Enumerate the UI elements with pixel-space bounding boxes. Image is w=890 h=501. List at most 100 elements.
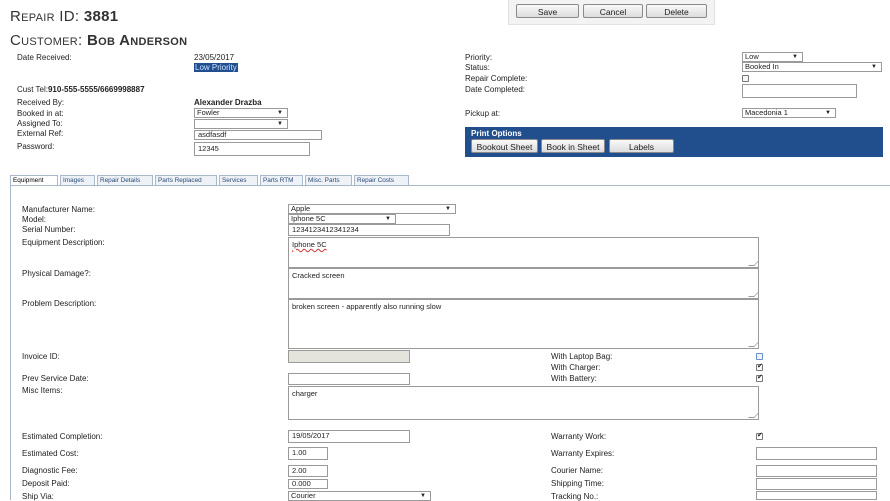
model-select[interactable]: Iphone 5C ▼	[288, 214, 396, 224]
courier-name-input[interactable]	[756, 465, 877, 477]
repair-complete-checkbox[interactable]	[742, 75, 749, 82]
misc-items-textarea[interactable]: charger	[288, 386, 759, 420]
assigned-to-select[interactable]: ▼	[194, 119, 288, 129]
warranty-expires-label: Warranty Expires:	[551, 449, 615, 458]
warranty-work-label: Warranty Work:	[551, 432, 607, 441]
booked-in-value: Fowler	[197, 108, 220, 117]
deposit-paid-input[interactable]: 0.000	[288, 479, 328, 489]
tab-repair-costs[interactable]: Repair Costs	[354, 175, 409, 185]
assigned-to-label: Assigned To:	[17, 119, 63, 128]
battery-label: With Battery:	[551, 374, 597, 383]
priority-select[interactable]: Low ▼	[742, 52, 803, 62]
customer-value: Bob Anderson	[86, 32, 188, 49]
physical-damage-label: Physical Damage?:	[22, 269, 91, 278]
labels-button[interactable]: Labels	[609, 139, 674, 153]
tab-panel-border	[10, 185, 890, 186]
status-label: Status:	[465, 63, 490, 72]
date-completed-input[interactable]	[742, 84, 857, 98]
courier-name-label: Courier Name:	[551, 466, 604, 475]
prev-service-input[interactable]	[288, 373, 410, 385]
invoice-id-label: Invoice ID:	[22, 352, 60, 361]
battery-checkbox[interactable]	[756, 373, 763, 382]
print-options-panel: Print Options Bookout Sheet Book in Shee…	[465, 127, 883, 157]
laptop-bag-checkbox[interactable]	[756, 353, 763, 360]
cust-tel-row: Cust Tel:910-555-5555/6669998887	[17, 85, 145, 94]
misc-items-label: Misc Items:	[22, 386, 63, 395]
dropdown-arrow-icon: ▼	[385, 216, 391, 222]
warranty-expires-input[interactable]	[756, 447, 877, 460]
delete-button[interactable]: Delete	[646, 4, 707, 18]
dropdown-arrow-icon: ▼	[277, 121, 283, 127]
manufacturer-value: Apple	[291, 204, 311, 213]
tab-misc-parts[interactable]: Misc. Parts	[305, 175, 352, 185]
tab-panel-left-border	[10, 185, 11, 500]
repair-id-label: Repair ID:	[10, 8, 80, 25]
model-value: Iphone 5C	[291, 214, 326, 223]
charger-checkbox[interactable]	[756, 362, 763, 371]
dropdown-arrow-icon: ▼	[792, 54, 798, 60]
status-value: Booked In	[745, 62, 779, 71]
password-label: Password:	[17, 142, 55, 151]
status-select[interactable]: Booked In ▼	[742, 62, 882, 72]
tab-repair-details[interactable]: Repair Details	[97, 175, 153, 185]
shipping-time-input[interactable]	[756, 478, 877, 490]
deposit-paid-label: Deposit Paid:	[22, 479, 70, 488]
external-ref-label: External Ref:	[17, 129, 64, 138]
problem-description-label: Problem Description:	[22, 299, 97, 308]
repair-id-heading: Repair ID: 3881	[10, 8, 118, 25]
action-toolbar: Save Cancel Delete	[508, 0, 715, 25]
date-received-label: Date Received:	[17, 53, 72, 62]
booked-in-select[interactable]: Fowler ▼	[194, 108, 288, 118]
serial-input[interactable]: 1234123412341234	[288, 224, 450, 236]
pickup-value: Macedonia 1	[745, 108, 788, 117]
book-in-sheet-button[interactable]: Book in Sheet	[541, 139, 605, 153]
customer-heading: Customer: Bob Anderson	[10, 32, 187, 49]
est-completion-label: Estimated Completion:	[22, 432, 103, 441]
prev-service-label: Prev Service Date:	[22, 374, 89, 383]
charger-label: With Charger:	[551, 363, 601, 372]
priority-badge-text: Low Priority	[194, 63, 238, 72]
equipment-description-textarea[interactable]: Iphone 5C	[288, 237, 759, 268]
tab-services[interactable]: Services	[219, 175, 258, 185]
problem-description-textarea[interactable]: broken screen - apparently also running …	[288, 299, 759, 349]
repair-complete-label: Repair Complete:	[465, 74, 528, 83]
cust-tel-value: 910-555-5555/6669998887	[47, 85, 145, 94]
save-button[interactable]: Save	[516, 4, 579, 18]
diagnostic-fee-input[interactable]: 2.00	[288, 465, 328, 477]
ship-via-value: Courier	[291, 491, 316, 500]
repair-id-value: 3881	[83, 8, 119, 25]
password-input[interactable]: 12345	[194, 142, 310, 156]
received-by-label: Received By:	[17, 98, 65, 107]
print-options-title: Print Options	[471, 129, 522, 138]
pickup-select[interactable]: Macedonia 1 ▼	[742, 108, 836, 118]
est-cost-input[interactable]: 1.00	[288, 447, 328, 460]
external-ref-input[interactable]: asdfasdf	[194, 130, 322, 140]
model-label: Model:	[22, 215, 47, 224]
dropdown-arrow-icon: ▼	[445, 206, 451, 212]
dropdown-arrow-icon: ▼	[420, 493, 426, 499]
received-by-value: Alexander Drazba	[194, 98, 262, 107]
est-completion-input[interactable]: 19/05/2017	[288, 430, 410, 443]
equipment-description-value: Iphone 5C	[292, 240, 327, 249]
tab-images[interactable]: Images	[60, 175, 95, 185]
warranty-work-checkbox[interactable]	[756, 431, 763, 440]
diagnostic-fee-label: Diagnostic Fee:	[22, 466, 78, 475]
tracking-input[interactable]	[756, 491, 877, 500]
pickup-label: Pickup at:	[465, 109, 501, 118]
priority-label: Priority:	[465, 53, 493, 62]
bookout-sheet-button[interactable]: Bookout Sheet	[471, 139, 538, 153]
physical-damage-textarea[interactable]: Cracked screen	[288, 268, 759, 299]
priority-value: Low	[745, 52, 759, 61]
dropdown-arrow-icon: ▼	[277, 110, 283, 116]
booked-in-label: Booked in at:	[17, 109, 64, 118]
cancel-button[interactable]: Cancel	[583, 4, 643, 18]
dropdown-arrow-icon: ▼	[871, 64, 877, 70]
dropdown-arrow-icon: ▼	[825, 110, 831, 116]
invoice-id-input[interactable]	[288, 350, 410, 363]
manufacturer-label: Manufacturer Name:	[22, 205, 95, 214]
tab-parts-rtm[interactable]: Parts RTM	[260, 175, 303, 185]
tab-parts-replaced[interactable]: Parts Replaced	[155, 175, 217, 185]
shipping-time-label: Shipping Time:	[551, 479, 604, 488]
manufacturer-select[interactable]: Apple ▼	[288, 204, 456, 214]
laptop-bag-label: With Laptop Bag:	[551, 352, 613, 361]
